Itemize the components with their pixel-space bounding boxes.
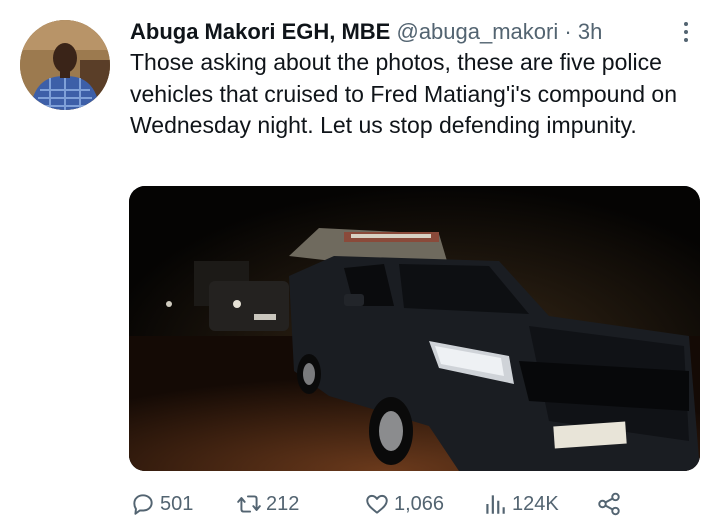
tweet-photo[interactable] <box>129 186 700 471</box>
views-count: 124K <box>512 492 559 515</box>
separator-dot: · <box>564 19 572 44</box>
views-icon <box>486 495 505 514</box>
views-button[interactable]: 124K <box>482 486 559 522</box>
retweet-count: 212 <box>266 492 300 515</box>
tweet-header: Abuga Makori EGH, MBE @abuga_makori · 3h <box>130 14 668 50</box>
display-name[interactable]: Abuga Makori EGH, MBE <box>130 19 390 44</box>
tweet-actions: 501 212 1,066 124K <box>130 486 690 522</box>
like-button[interactable]: 1,066 <box>364 486 444 522</box>
heart-icon <box>366 494 388 514</box>
share-button[interactable] <box>596 486 626 522</box>
like-count: 1,066 <box>394 492 445 515</box>
user-handle[interactable]: @abuga_makori <box>396 19 558 44</box>
reply-button[interactable]: 501 <box>130 486 193 522</box>
photo-police-vehicles-at-night <box>129 186 700 471</box>
share-icon <box>598 492 620 516</box>
retweet-button[interactable]: 212 <box>236 486 299 522</box>
tweet-text: Those asking about the photos, these are… <box>130 49 678 138</box>
tweet[interactable]: Abuga Makori EGH, MBE @abuga_makori · 3h… <box>0 0 708 531</box>
avatar[interactable] <box>20 20 110 110</box>
reply-count: 501 <box>160 492 194 515</box>
more-vertical-icon[interactable] <box>678 20 694 44</box>
reply-icon <box>133 494 153 515</box>
retweet-icon <box>237 495 261 513</box>
timestamp[interactable]: 3h <box>578 19 602 44</box>
avatar-image <box>20 20 110 110</box>
